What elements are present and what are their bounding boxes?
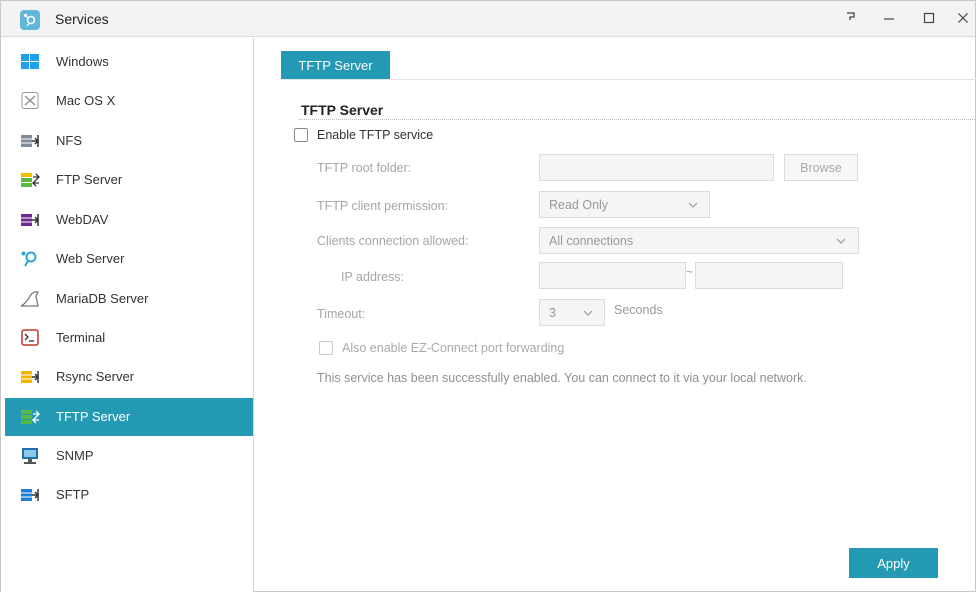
- sidebar-item-terminal[interactable]: Terminal: [5, 319, 253, 357]
- title-bar: Services: [1, 1, 975, 37]
- sidebar-item-nfs[interactable]: NFS: [5, 122, 253, 160]
- sidebar-item-ftp-server[interactable]: FTP Server: [5, 161, 253, 199]
- sftp-icon: [20, 486, 40, 504]
- tab-tftp-server[interactable]: TFTP Server: [281, 51, 390, 80]
- sidebar-item-label: Windows: [56, 54, 109, 69]
- sidebar-item-label: WebDAV: [56, 212, 109, 227]
- sidebar-item-windows[interactable]: Windows: [5, 43, 253, 81]
- connections-label: Clients connection allowed:: [317, 234, 469, 248]
- ezconnect-checkbox[interactable]: [319, 341, 333, 355]
- services-sidebar: Windows Mac OS X NFS FTP Server WebDAV W…: [1, 38, 254, 592]
- sidebar-item-label: TFTP Server: [56, 409, 131, 424]
- timeout-select[interactable]: 3: [539, 299, 605, 326]
- sidebar-item-label: SFTP: [56, 487, 90, 502]
- help-icon[interactable]: [839, 7, 863, 29]
- services-window: Services Windows Mac OS X NFS FTP Server…: [0, 0, 976, 592]
- permission-value: Read Only: [549, 198, 609, 212]
- sidebar-item-webdav[interactable]: WebDAV: [5, 201, 253, 239]
- sidebar-item-rsync-server[interactable]: Rsync Server: [5, 358, 253, 396]
- apply-button[interactable]: Apply: [849, 548, 938, 578]
- timeout-unit: Seconds: [614, 303, 663, 317]
- ip-range-separator: ~: [686, 265, 694, 279]
- sidebar-item-snmp[interactable]: SNMP: [5, 437, 253, 475]
- chevron-down-icon: [688, 198, 698, 208]
- sidebar-item-label: Rsync Server: [56, 369, 135, 384]
- services-app-icon: [20, 10, 40, 30]
- root-folder-label: TFTP root folder:: [317, 161, 412, 175]
- tab-divider: [281, 79, 976, 80]
- mac-icon: [20, 92, 40, 110]
- mariadb-icon: [20, 290, 40, 308]
- ip-end-input[interactable]: [695, 262, 843, 289]
- sidebar-item-label: Terminal: [56, 330, 106, 345]
- timeout-label: Timeout:: [317, 307, 366, 321]
- permission-label: TFTP client permission:: [317, 199, 449, 213]
- sidebar-item-mac-os-x[interactable]: Mac OS X: [5, 82, 253, 120]
- sidebar-item-label: SNMP: [56, 448, 94, 463]
- ip-address-label: IP address:: [341, 270, 405, 284]
- terminal-icon: [20, 329, 40, 347]
- sidebar-item-mariadb-server[interactable]: MariaDB Server: [5, 280, 253, 318]
- window-title: Services: [55, 11, 109, 27]
- enable-tftp-label: Enable TFTP service: [317, 128, 434, 142]
- sidebar-item-web-server[interactable]: Web Server: [5, 240, 253, 278]
- nfs-icon: [20, 132, 40, 150]
- chevron-down-icon: [836, 234, 846, 244]
- section-title: TFTP Server: [301, 102, 384, 118]
- tftp-icon: [20, 408, 40, 426]
- ip-start-input[interactable]: [539, 262, 686, 289]
- minimize-icon[interactable]: [877, 7, 901, 29]
- rsync-icon: [20, 368, 40, 386]
- snmp-icon: [20, 447, 40, 465]
- sidebar-item-label: FTP Server: [56, 172, 123, 187]
- chevron-down-icon: [583, 306, 593, 316]
- sidebar-item-label: Web Server: [56, 251, 125, 266]
- connections-value: All connections: [549, 234, 634, 248]
- status-message: This service has been successfully enabl…: [317, 371, 807, 385]
- webdav-icon: [20, 211, 40, 229]
- windows-icon: [20, 53, 40, 71]
- root-folder-input[interactable]: [539, 154, 774, 181]
- sidebar-item-sftp[interactable]: SFTP: [5, 476, 253, 514]
- enable-tftp-checkbox[interactable]: [294, 128, 308, 142]
- close-icon[interactable]: [951, 7, 975, 29]
- timeout-value: 3: [549, 306, 556, 320]
- ezconnect-label: Also enable EZ-Connect port forwarding: [342, 341, 565, 355]
- sidebar-item-tftp-server[interactable]: TFTP Server: [5, 398, 253, 436]
- sidebar-item-label: NFS: [56, 133, 82, 148]
- sidebar-item-label: MariaDB Server: [56, 291, 149, 306]
- ftp-icon: [20, 171, 40, 189]
- sidebar-item-label: Mac OS X: [56, 93, 116, 108]
- connections-select[interactable]: All connections: [539, 227, 859, 254]
- section-divider: [299, 119, 976, 120]
- web-server-icon: [20, 250, 40, 268]
- maximize-icon[interactable]: [917, 7, 941, 29]
- browse-button[interactable]: Browse: [784, 154, 858, 181]
- permission-select[interactable]: Read Only: [539, 191, 710, 218]
